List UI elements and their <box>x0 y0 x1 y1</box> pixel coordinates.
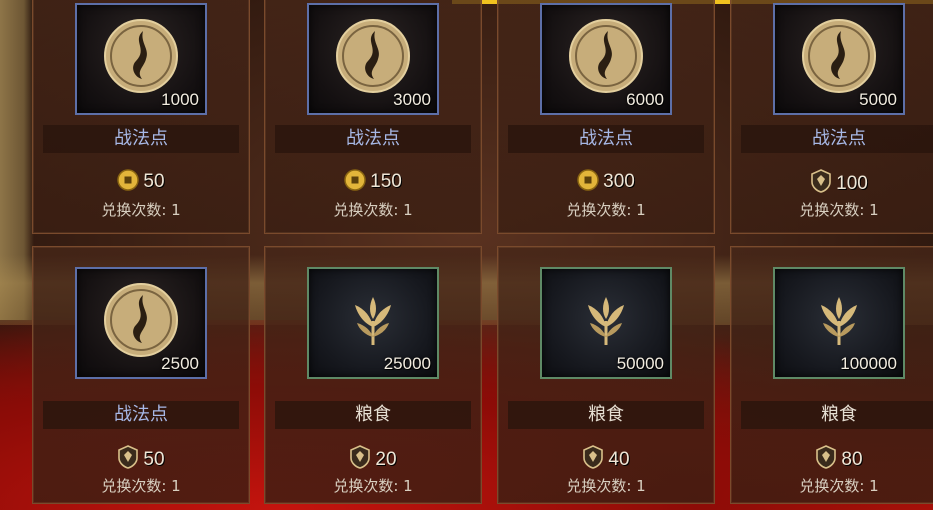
grain-icon <box>355 297 391 345</box>
shop-item-card[interactable]: 100000 粮食 80 兑换次数: 1 <box>730 246 933 504</box>
price-value: 20 <box>375 449 397 470</box>
price-value: 100 <box>836 173 868 194</box>
item-price: 50 <box>33 445 249 471</box>
shop-item-card[interactable]: 2500 战法点 50 兑换次数: 1 <box>32 246 250 504</box>
shop-item-card[interactable]: 5000 战法点 100 兑换次数: 1 <box>730 0 933 234</box>
item-name: 战法点 <box>43 125 239 153</box>
shop-item-card[interactable]: 1000 战法点 50 兑换次数: 1 <box>32 0 250 234</box>
item-name: 战法点 <box>275 125 471 153</box>
item-price: 80 <box>731 445 933 471</box>
item-name: 粮食 <box>275 401 471 429</box>
flame-medallion-icon <box>802 19 876 93</box>
item-frame: 50000 <box>540 267 672 379</box>
exchange-limit: 兑换次数: 1 <box>101 477 181 495</box>
item-frame: 1000 <box>75 3 207 115</box>
price-value: 80 <box>841 449 863 470</box>
item-price: 20 <box>265 445 481 471</box>
shop-item-card[interactable]: 3000 战法点 150 兑换次数: 1 <box>264 0 482 234</box>
item-quantity: 1000 <box>161 90 199 109</box>
exchange-limit: 兑换次数: 1 <box>799 477 879 495</box>
item-price: 100 <box>731 169 933 195</box>
price-value: 150 <box>370 171 402 192</box>
item-quantity: 5000 <box>859 90 897 109</box>
item-price: 300 <box>498 169 714 193</box>
exchange-limit: 兑换次数: 1 <box>333 477 413 495</box>
item-frame: 6000 <box>540 3 672 115</box>
grain-icon <box>821 297 857 345</box>
item-frame: 100000 <box>773 267 905 379</box>
exchange-limit: 兑换次数: 1 <box>799 201 879 219</box>
item-frame: 25000 <box>307 267 439 379</box>
exchange-limit: 兑换次数: 1 <box>101 201 181 219</box>
exchange-shop-panel: 1000 战法点 50 兑换次数: 1 3000 战法点 150 兑换次数: 1… <box>0 0 933 510</box>
price-value: 50 <box>143 449 165 470</box>
item-name: 粮食 <box>741 401 933 429</box>
price-value: 300 <box>603 171 635 192</box>
flame-medallion-icon <box>336 19 410 93</box>
item-quantity: 25000 <box>383 354 431 373</box>
shop-item-card[interactable]: 50000 粮食 40 兑换次数: 1 <box>497 246 715 504</box>
item-price: 150 <box>265 169 481 193</box>
item-quantity: 2500 <box>161 354 199 373</box>
coin-icon <box>344 169 366 191</box>
item-price: 50 <box>33 169 249 193</box>
exchange-limit: 兑换次数: 1 <box>566 477 646 495</box>
item-name: 战法点 <box>508 125 704 153</box>
shop-item-card[interactable]: 25000 粮食 20 兑换次数: 1 <box>264 246 482 504</box>
shield-token-icon <box>350 445 371 469</box>
shield-token-icon <box>811 169 831 193</box>
item-name: 战法点 <box>43 401 239 429</box>
item-quantity: 100000 <box>840 354 897 373</box>
shield-token-icon <box>583 445 604 469</box>
item-name: 粮食 <box>508 401 704 429</box>
grain-icon <box>588 297 624 345</box>
coin-icon <box>117 169 140 191</box>
shop-item-card[interactable]: 6000 战法点 300 兑换次数: 1 <box>497 0 715 234</box>
flame-medallion-icon <box>104 19 178 93</box>
exchange-limit: 兑换次数: 1 <box>566 201 646 219</box>
flame-medallion-icon <box>104 283 178 357</box>
item-quantity: 6000 <box>626 90 664 109</box>
coin-icon <box>577 169 599 191</box>
flame-medallion-icon <box>569 19 643 93</box>
item-name: 战法点 <box>741 125 933 153</box>
price-value: 40 <box>608 449 630 470</box>
item-frame: 3000 <box>307 3 439 115</box>
shield-token-icon <box>118 445 139 469</box>
shield-token-icon <box>816 445 837 469</box>
price-value: 50 <box>143 171 165 192</box>
item-frame: 2500 <box>75 267 207 379</box>
item-quantity: 50000 <box>616 354 664 373</box>
item-price: 40 <box>498 445 714 471</box>
exchange-limit: 兑换次数: 1 <box>333 201 413 219</box>
item-quantity: 3000 <box>393 90 431 109</box>
item-frame: 5000 <box>773 3 905 115</box>
